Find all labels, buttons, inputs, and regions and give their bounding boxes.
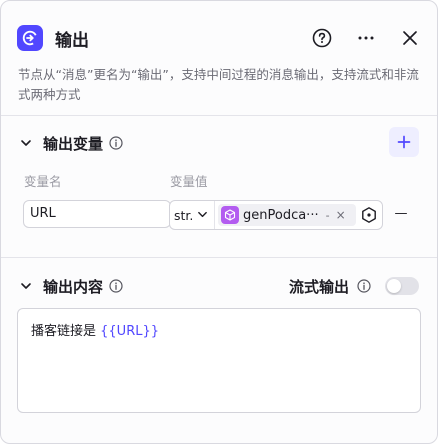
chevron-down-icon[interactable] [19,279,33,293]
plugin-cube-icon [221,206,239,224]
output-node-panel: 输出 节点从“消息”更名为“输出”，支持中间过程的消息输出，支持流式和非流式两种… [0,0,438,444]
stream-output-toggle[interactable] [385,277,419,295]
output-node-icon [17,25,43,51]
chevron-down-icon[interactable] [19,136,33,150]
output-content-header: 输出内容 流式输出 [19,272,419,300]
section-divider [1,257,437,258]
output-content-text: 播客链接是 {{URL}} [31,320,159,339]
output-content-editor[interactable]: 播客链接是 {{URL}} [17,308,421,413]
minus-icon: — [394,205,408,221]
variable-picker-icon[interactable] [360,206,378,224]
node-description: 节点从“消息”更名为“输出”，支持中间过程的消息输出，支持流式和非流式两种方式 [18,67,419,102]
column-label-name: 变量名 [24,174,62,189]
reference-separator: - [325,208,330,222]
more-icon[interactable] [355,27,377,49]
field-separator [214,201,215,229]
output-variables-header: 输出变量 [19,127,419,157]
section-divider [1,115,437,116]
info-icon[interactable] [357,279,371,293]
close-icon[interactable] [399,27,421,49]
variable-reference-chip[interactable]: genPodca··· - × [218,204,356,226]
panel-title: 输出 [55,30,89,51]
plus-icon [397,135,411,149]
variable-name-input[interactable]: URL [23,200,171,228]
content-text-prefix: 播客链接是 [31,324,101,339]
clear-reference-icon[interactable]: × [336,208,346,222]
output-variables-title: 输出变量 [43,134,104,153]
chevron-down-icon [197,208,208,223]
type-select-label: str. [174,207,194,223]
variable-value-field: str. genPodca··· - × [169,200,383,230]
type-select[interactable]: str. [174,201,208,229]
remove-variable-button[interactable]: — [392,204,410,222]
toggle-knob [387,279,401,293]
output-content-title: 输出内容 [43,277,104,296]
panel-header: 输出 [17,23,421,53]
reference-name: genPodca··· [243,207,319,223]
add-variable-button[interactable] [389,127,419,157]
column-label-value: 变量值 [170,174,208,189]
stream-output-label: 流式输出 [288,277,349,296]
help-icon[interactable] [311,27,333,49]
content-variable-reference: {{URL}} [100,324,160,339]
info-icon[interactable] [109,136,123,150]
info-icon[interactable] [109,279,123,293]
